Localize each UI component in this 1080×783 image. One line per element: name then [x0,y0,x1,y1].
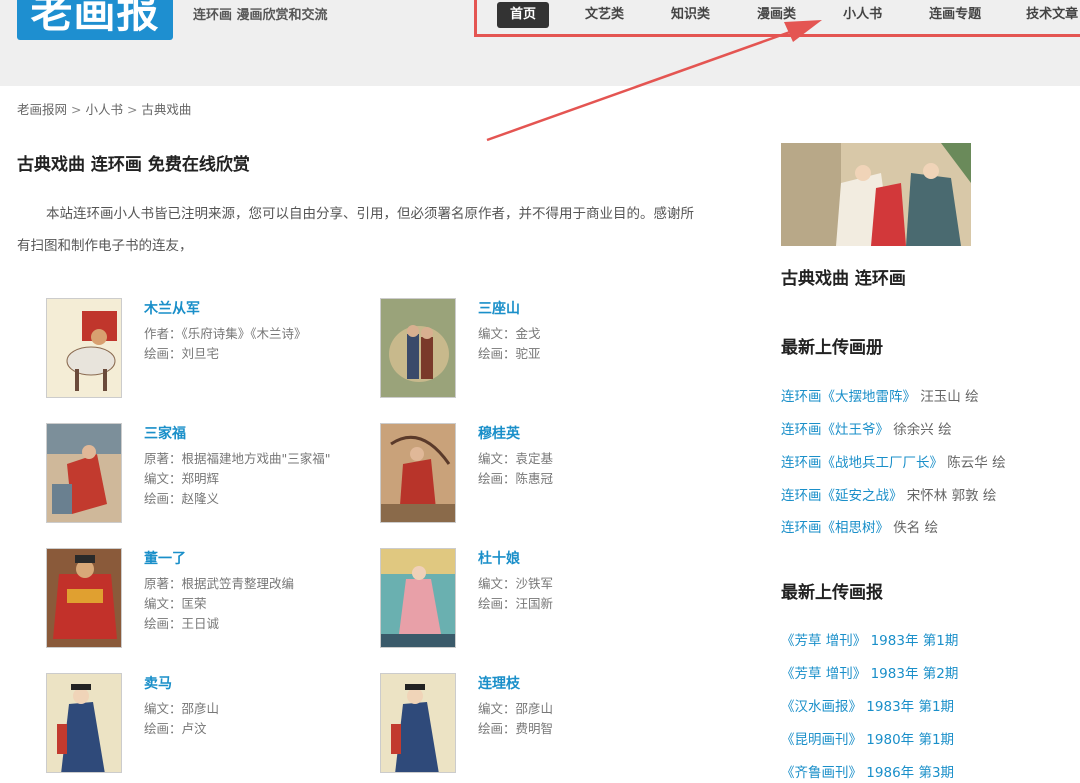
main-nav: 首页 文艺类 知识类 漫画类 小人书 连画专题 技术文章 [497,2,1078,28]
book-title[interactable]: 卖马 [144,673,172,693]
book-item: 卖马 编文：邵彦山 绘画：卢汶 [46,673,346,773]
book-cover[interactable] [380,298,456,398]
book-illustrator: 绘画：汪国新 [478,596,554,611]
latest-album-link[interactable]: 连环画《相思树》 佚名 绘 [781,516,938,536]
latest-magazine-link[interactable]: 《齐鲁画刊》 1986年 第3期 [781,761,954,781]
book-illustrator: 绘画：费明智 [478,721,554,736]
book-item: 董一了 原著：根据武笠青整理改编 编文：匡荣 绘画：王日诚 [46,548,346,648]
book-title[interactable]: 杜十娘 [478,548,520,568]
book-title[interactable]: 三座山 [478,298,520,318]
book-item: 杜十娘 编文：沙铁军 绘画：汪国新 [380,548,680,648]
site-logo[interactable]: 老画报 [17,0,173,40]
latest-magazine-link[interactable]: 《昆明画刊》 1980年 第1期 [781,728,954,748]
nav-knowledge[interactable]: 知识类 [671,2,710,28]
latest-album-link[interactable]: 连环画《灶王爷》 徐余兴 绘 [781,418,952,438]
latest-magazines-heading: 最新上传画报 [781,583,883,603]
book-original: 原著：根据福建地方戏曲"三家福" [144,451,331,466]
book-writer: 编文：匡荣 [144,596,207,611]
book-writer: 编文：金戈 [478,326,541,341]
book-title[interactable]: 穆桂英 [478,423,520,443]
book-illustrator: 绘画：陈惠冠 [478,471,554,486]
book-cover[interactable] [380,673,456,773]
book-item: 连理枝 编文：邵彦山 绘画：费明智 [380,673,680,773]
latest-magazine-link[interactable]: 《芳草 增刊》 1983年 第1期 [781,629,958,649]
nav-home[interactable]: 首页 [497,2,550,28]
page-title: 古典戏曲 连环画 免费在线欣赏 [17,155,250,175]
book-item: 木兰从军 作者：《乐府诗集》《木兰诗》 绘画：刘旦宅 [46,298,346,398]
book-writer: 编文：邵彦山 [478,701,554,716]
nav-comics[interactable]: 漫画类 [757,2,796,28]
book-title[interactable]: 连理枝 [478,673,520,693]
latest-album-link[interactable]: 连环画《延安之战》 宋怀林 郭敦 绘 [781,484,996,504]
page-intro: 本站连环画小人书皆已注明来源，您可以自由分享、引用，但必须署名原作者，并不得用于… [17,206,694,254]
book-writer: 编文：郑明辉 [144,471,220,486]
nav-tech-articles[interactable]: 技术文章 [1026,2,1078,28]
book-illustrator: 绘画：卢汶 [144,721,207,736]
nav-topics[interactable]: 连画专题 [929,2,981,28]
book-cover[interactable] [380,423,456,523]
breadcrumb-xiaorenshu[interactable]: 小人书 [85,102,123,117]
book-writer: 编文：袁定基 [478,451,554,466]
book-title[interactable]: 三家福 [144,423,186,443]
latest-albums-heading: 最新上传画册 [781,338,883,358]
latest-album-link[interactable]: 连环画《大摆地雷阵》 汪玉山 绘 [781,385,979,405]
breadcrumb-current: 古典戏曲 [141,102,192,117]
latest-album-link[interactable]: 连环画《战地兵工厂厂长》 陈云华 绘 [781,451,1006,471]
book-illustrator: 绘画：王日诚 [144,616,220,631]
latest-magazine-link[interactable]: 《汉水画报》 1983年 第1期 [781,695,954,715]
book-original: 原著：根据武笠青整理改编 [144,576,295,591]
book-item: 三家福 原著：根据福建地方戏曲"三家福" 编文：郑明辉 绘画：赵隆义 [46,423,346,523]
book-writer: 编文：沙铁军 [478,576,554,591]
latest-magazine-link[interactable]: 《芳草 增刊》 1983年 第2期 [781,662,958,682]
book-writer: 编文：邵彦山 [144,701,220,716]
category-caption: 古典戏曲 连环画 [781,269,906,289]
book-author: 作者：《乐府诗集》《木兰诗》 [144,326,307,341]
book-title[interactable]: 董一了 [144,548,186,568]
breadcrumb: 老画报网 > 小人书 > 古典戏曲 [17,102,192,117]
category-banner-image[interactable] [781,143,971,246]
book-cover[interactable] [46,673,122,773]
book-illustrator: 绘画：赵隆义 [144,491,220,506]
book-item: 穆桂英 编文：袁定基 绘画：陈惠冠 [380,423,680,523]
site-slogan: 连环画 漫画欣赏和交流 [193,8,328,23]
book-illustrator: 绘画：刘旦宅 [144,346,220,361]
book-cover[interactable] [46,423,122,523]
book-cover[interactable] [380,548,456,648]
book-item: 三座山 编文：金戈 绘画：驼亚 [380,298,680,398]
breadcrumb-home[interactable]: 老画报网 [17,102,67,117]
nav-xiaorenshu[interactable]: 小人书 [843,2,882,28]
book-cover[interactable] [46,298,122,398]
book-illustrator: 绘画：驼亚 [478,346,541,361]
nav-literature[interactable]: 文艺类 [585,2,624,28]
book-cover[interactable] [46,548,122,648]
book-title[interactable]: 木兰从军 [144,298,200,318]
